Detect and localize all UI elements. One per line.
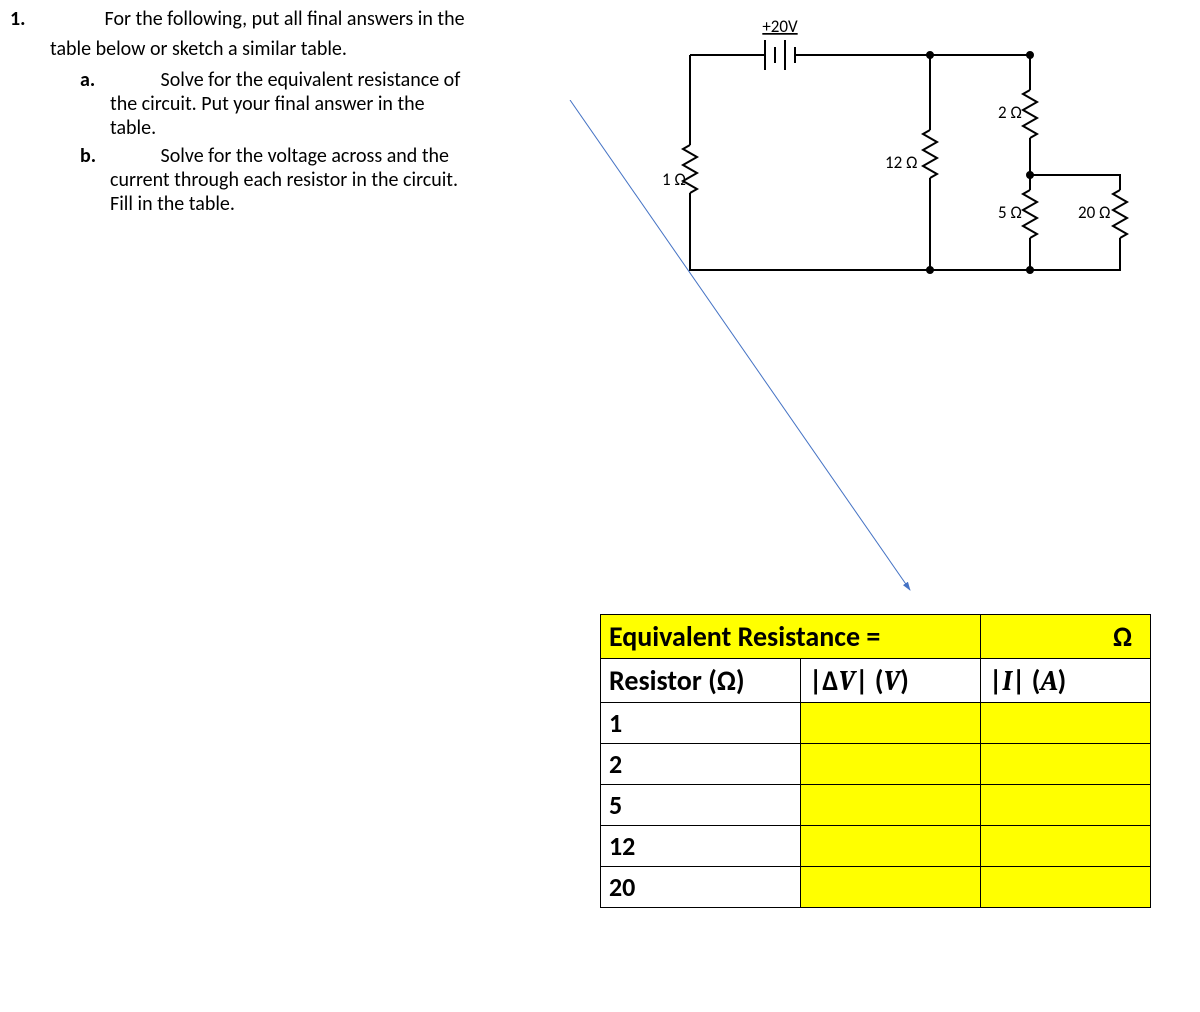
battery-label: +20V [762,16,798,37]
eq-res-label: Equivalent Resistance = [601,615,981,659]
r5-label: 5 Ω [998,202,1022,223]
question-text-lead: For the following, put all final answers… [105,7,465,31]
row-resistor-20: 20 [601,867,801,908]
r20-label: 20 Ω [1078,202,1110,223]
header-resistor: Resistor (Ω) [601,659,801,703]
row-12-i [981,826,1151,867]
row-12-dv [801,826,981,867]
row-2-i [981,744,1151,785]
table-row: 20 [601,867,1151,908]
row-resistor-2: 2 [601,744,801,785]
row-2-dv [801,744,981,785]
question-number: 1. [10,4,40,34]
row-20-dv [801,867,981,908]
row-5-dv [801,785,981,826]
omega-cell: Ω [981,615,1151,659]
answer-table: Equivalent Resistance = Ω Resistor (Ω) |… [600,614,1151,908]
question-block: 1. For the following, put all final answ… [0,0,620,224]
sub-a-letter: a. [80,68,110,92]
subquestion-a: a. Solve for the equivalent resistance o… [80,68,610,140]
header-dv: |ΔV| (V) [801,659,981,703]
row-resistor-5: 5 [601,785,801,826]
question-line-1: 1. For the following, put all final answ… [10,4,610,34]
table-row: 1 [601,703,1151,744]
header-i: |I| (A) [981,659,1151,703]
subquestion-list: a. Solve for the equivalent resistance o… [80,68,610,216]
table-row: 5 [601,785,1151,826]
sub-b-cont2: Fill in the table. [110,192,610,216]
sub-b-cont1: current through each resistor in the cir… [110,168,610,192]
table-row: 12 [601,826,1151,867]
question-text-cont: table below or sketch a similar table. [50,34,610,64]
row-resistor-12: 12 [601,826,801,867]
sub-b-letter: b. [80,144,110,168]
sub-a-cont1: the circuit. Put your final answer in th… [110,92,610,116]
r12-label: 12 Ω [885,152,917,173]
r2-label: 2 Ω [998,102,1022,123]
row-resistor-1: 1 [601,703,801,744]
subquestion-b: b. Solve for the voltage across and the … [80,144,610,216]
circuit-diagram: +20V 1 Ω 12 Ω 2 Ω 5 Ω 20 Ω [640,10,1180,290]
r1-label: 1 Ω [662,169,686,190]
sub-a-lead: Solve for the equivalent resistance of [161,68,461,92]
row-5-i [981,785,1151,826]
sub-b-lead: Solve for the voltage across and the [161,144,449,168]
row-1-dv [801,703,981,744]
sub-a-cont2: table. [110,116,610,140]
table-row: 2 [601,744,1151,785]
row-20-i [981,867,1151,908]
row-1-i [981,703,1151,744]
